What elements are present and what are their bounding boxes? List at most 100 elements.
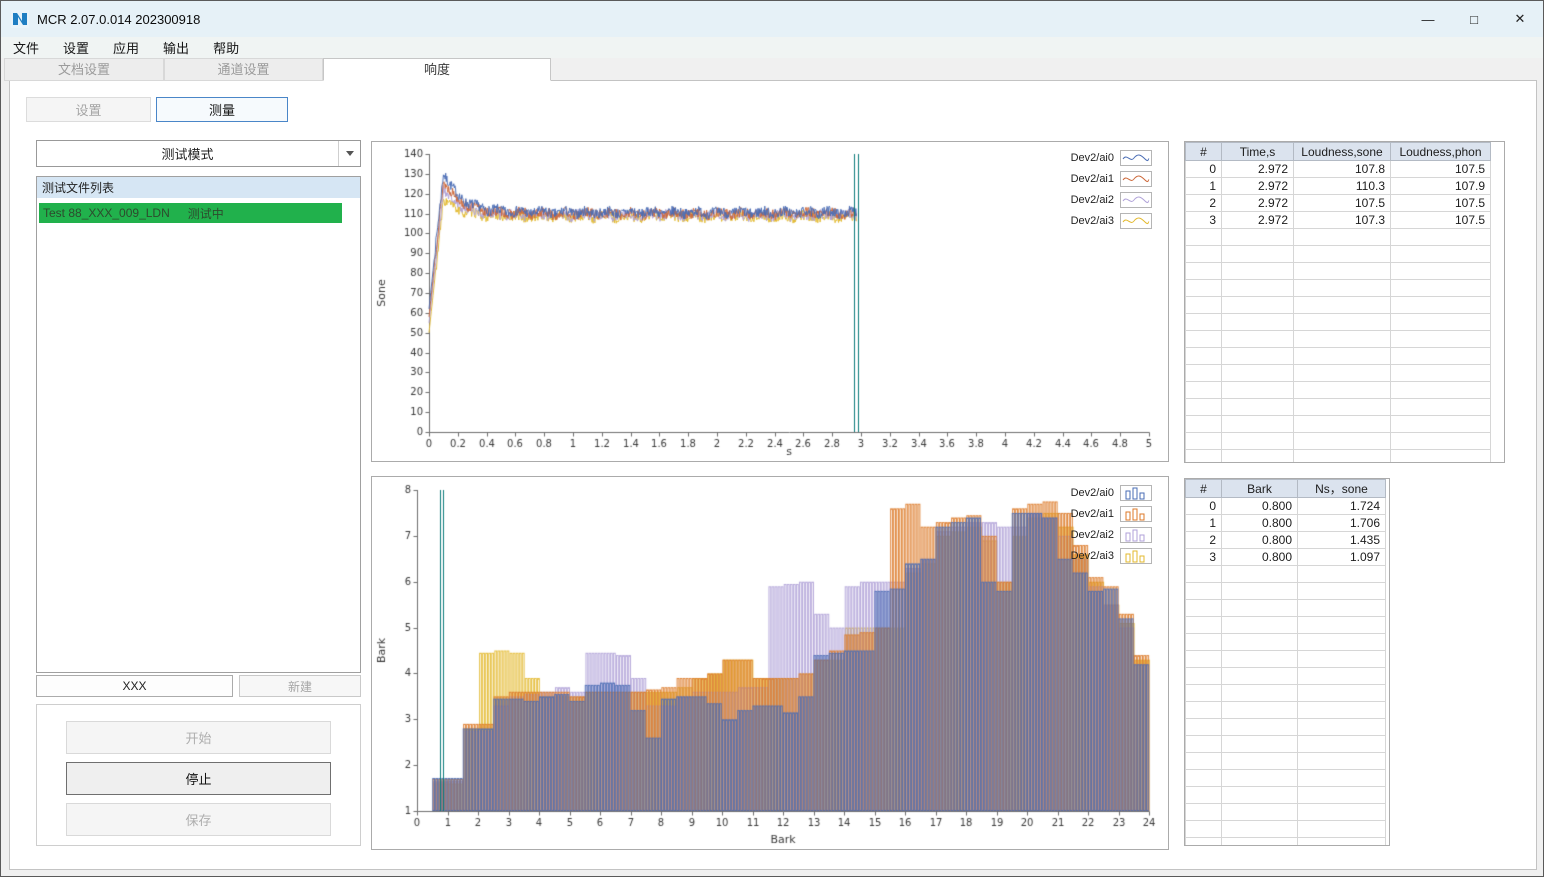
specific-loudness-chart[interactable] [372, 477, 1168, 849]
table-empty-row [1185, 330, 1491, 348]
control-groupbox: 开始 停止 保存 [36, 704, 361, 846]
series-icon [1120, 548, 1152, 564]
list-item-active-test[interactable]: Test 88_XXX_009_LDN 测试中 [39, 203, 342, 223]
table-empty-row [1185, 820, 1386, 838]
menu-output[interactable]: 输出 [151, 38, 201, 57]
table-row[interactable]: 2 0.800 1.435 [1185, 531, 1386, 549]
table-row[interactable]: 1 0.800 1.706 [1185, 514, 1386, 532]
legend-label: Dev2/ai0 [1070, 487, 1114, 499]
table-empty-row [1185, 364, 1491, 382]
menu-settings[interactable]: 设置 [51, 38, 101, 57]
close-button[interactable]: ✕ [1497, 1, 1543, 37]
subtab-settings[interactable]: 设置 [26, 97, 151, 122]
legend-item[interactable]: Dev2/ai0 [1071, 150, 1152, 166]
table-empty-row [1185, 432, 1491, 450]
maximize-button[interactable]: □ [1451, 1, 1497, 37]
legend-label: Dev2/ai0 [1070, 152, 1114, 164]
table-empty-row [1185, 803, 1386, 821]
column-header[interactable]: Bark [1221, 479, 1298, 498]
tab-loudness[interactable]: 响度 [323, 58, 551, 81]
series-icon [1120, 213, 1152, 229]
legend-label: Dev2/ai3 [1070, 215, 1114, 227]
column-header[interactable]: Loudness,sone [1293, 142, 1391, 161]
table-empty-row [1185, 449, 1491, 462]
table-empty-row [1185, 398, 1491, 416]
test-mode-select[interactable]: 测试模式 [36, 140, 361, 167]
table-row[interactable]: 0 2.972 107.8 107.5 [1185, 160, 1491, 178]
legend-item[interactable]: Dev2/ai2 [1071, 192, 1152, 208]
table-empty-row [1185, 245, 1491, 263]
table-empty-row [1185, 667, 1386, 685]
menu-file[interactable]: 文件 [1, 38, 51, 57]
column-header[interactable]: Loudness,phon [1390, 142, 1491, 161]
menu-help[interactable]: 帮助 [201, 38, 251, 57]
legend-label: Dev2/ai3 [1070, 550, 1114, 562]
save-button[interactable]: 保存 [66, 803, 331, 836]
table-row[interactable]: 3 2.972 107.3 107.5 [1185, 211, 1491, 229]
test-file-list-header: 测试文件列表 [37, 177, 360, 198]
subtab-measure[interactable]: 测量 [156, 97, 288, 122]
table-row[interactable]: 0 0.800 1.724 [1185, 497, 1386, 515]
menu-bar: 文件 设置 应用 输出 帮助 [1, 37, 1543, 58]
legend-item[interactable]: Dev2/ai2 [1071, 527, 1152, 543]
legend-label: Dev2/ai1 [1070, 508, 1114, 520]
title-bar: MCR 2.07.0.014 202300918 — □ ✕ [1, 1, 1543, 37]
chart-legend: Dev2/ai0 Dev2/ai1 Dev2/ai2 Dev2/ai3 [1071, 150, 1152, 229]
menu-apply[interactable]: 应用 [101, 38, 151, 57]
column-header[interactable]: # [1185, 142, 1222, 161]
loudness-table-panel: # Time,s Loudness,sone Loudness,phon 0 2.972 1… [1184, 141, 1505, 463]
loudness-time-chart-panel: Dev2/ai0 Dev2/ai1 Dev2/ai2 Dev2/ai3 [371, 141, 1169, 462]
table-empty-row [1185, 752, 1386, 770]
legend-item[interactable]: Dev2/ai3 [1071, 548, 1152, 564]
table-empty-row [1185, 616, 1386, 634]
legend-item[interactable]: Dev2/ai0 [1071, 485, 1152, 501]
table-empty-row [1185, 650, 1386, 668]
column-header[interactable]: # [1185, 479, 1222, 498]
minimize-button[interactable]: — [1405, 1, 1451, 37]
new-button[interactable]: 新建 [239, 675, 361, 697]
table-empty-row [1185, 415, 1491, 433]
table-empty-row [1185, 262, 1491, 280]
test-status-badge: 测试中 [187, 206, 224, 221]
stop-button[interactable]: 停止 [66, 762, 331, 795]
test-file-listbox[interactable]: 测试文件列表 Test 88_XXX_009_LDN 测试中 [36, 176, 361, 673]
table-empty-row [1185, 313, 1491, 331]
tab-channel-settings[interactable]: 通道设置 [164, 58, 323, 81]
tab-strip: 文档设置 通道设置 响度 [4, 58, 551, 81]
table-empty-row [1185, 633, 1386, 651]
specific-loudness-table-panel: # Bark Ns，sone 0 0.800 1.724 1 0.800 1.706 2 0.800… [1184, 478, 1390, 846]
app-window: MCR 2.07.0.014 202300918 — □ ✕ 文件 设置 应用 … [0, 0, 1544, 877]
table-row[interactable]: 2 2.972 107.5 107.5 [1185, 194, 1491, 212]
loudness-time-chart[interactable] [372, 142, 1168, 461]
table-empty-row [1185, 565, 1386, 583]
column-header[interactable]: Ns，sone [1297, 479, 1386, 498]
chart-legend: Dev2/ai0 Dev2/ai1 Dev2/ai2 Dev2/ai3 [1071, 485, 1152, 564]
table-empty-row [1185, 228, 1491, 246]
table-empty-row [1185, 296, 1491, 314]
xxx-button[interactable]: XXX [36, 675, 233, 697]
table-empty-row [1185, 684, 1386, 702]
table-empty-row [1185, 381, 1491, 399]
series-icon [1120, 171, 1152, 187]
series-icon [1120, 192, 1152, 208]
tab-document-settings[interactable]: 文档设置 [4, 58, 164, 81]
specific-loudness-chart-panel: Dev2/ai0 Dev2/ai1 Dev2/ai2 Dev2/ai3 [371, 476, 1169, 850]
window-controls: — □ ✕ [1405, 1, 1543, 37]
legend-item[interactable]: Dev2/ai1 [1071, 171, 1152, 187]
legend-item[interactable]: Dev2/ai1 [1071, 506, 1152, 522]
test-file-name: Test 88_XXX_009_LDN [43, 206, 170, 220]
table-row[interactable]: 3 0.800 1.097 [1185, 548, 1386, 566]
chevron-down-icon[interactable] [338, 141, 360, 166]
legend-item[interactable]: Dev2/ai3 [1071, 213, 1152, 229]
start-button[interactable]: 开始 [66, 721, 331, 754]
legend-label: Dev2/ai1 [1070, 173, 1114, 185]
table-empty-row [1185, 599, 1386, 617]
table-empty-row [1185, 347, 1491, 365]
window-title: MCR 2.07.0.014 202300918 [37, 11, 201, 27]
table-empty-row [1185, 735, 1386, 753]
column-header[interactable]: Time,s [1221, 142, 1294, 161]
table-row[interactable]: 1 2.972 110.3 107.9 [1185, 177, 1491, 195]
series-icon [1120, 527, 1152, 543]
legend-label: Dev2/ai2 [1070, 194, 1114, 206]
legend-label: Dev2/ai2 [1070, 529, 1114, 541]
